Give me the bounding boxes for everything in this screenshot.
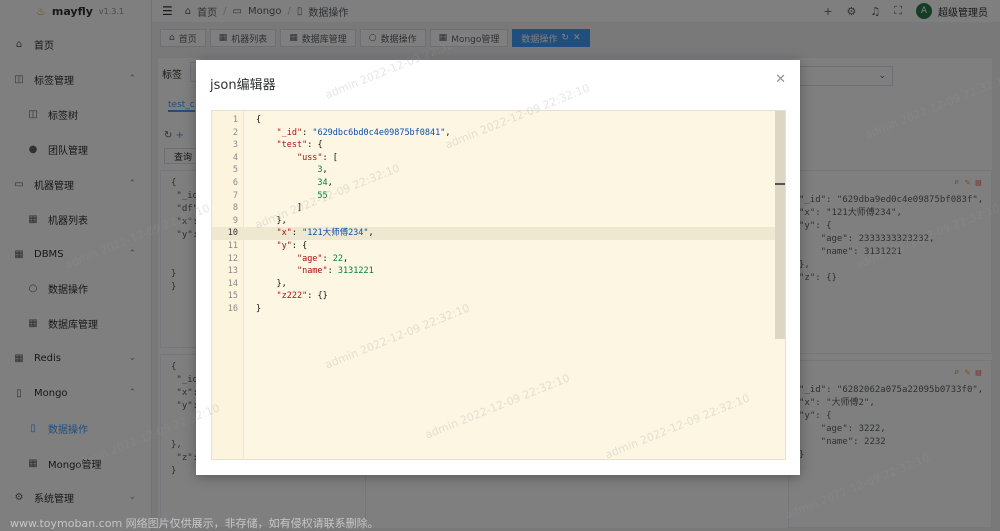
line-number: 7: [232, 190, 238, 201]
code-line[interactable]: 11 "y": {: [212, 240, 785, 253]
code-text: "y": {: [276, 241, 308, 251]
code-line[interactable]: 5 3,: [212, 164, 785, 177]
code-line[interactable]: 16}: [212, 303, 785, 316]
code-line[interactable]: 15 "z222": {}: [212, 290, 785, 303]
line-number: 10: [227, 228, 238, 239]
code-line[interactable]: 3 "test": {: [212, 139, 785, 152]
line-number: 3: [232, 140, 238, 151]
footer-watermark: www.toymoban.com 网络图片仅供展示，非存储，如有侵权请联系删除。: [10, 517, 379, 530]
json-editor[interactable]: 1{2 "_id": "629dbc6bd0c4e09875bf0841", 3 …: [211, 110, 786, 460]
code-text: "_id": "629dbc6bd0c4e09875bf0841",: [276, 127, 451, 138]
line-number: 5: [232, 165, 238, 176]
code-line[interactable]: 2 "_id": "629dbc6bd0c4e09875bf0841",: [212, 127, 785, 140]
line-number: 13: [227, 266, 238, 277]
code-line[interactable]: 7 55: [212, 190, 785, 203]
line-number: 9: [232, 215, 238, 226]
code-text: "name": 3131221: [296, 266, 374, 277]
line-number: 11: [227, 241, 238, 251]
code-text: 3,: [317, 165, 328, 176]
code-line[interactable]: 1{: [212, 114, 785, 127]
code-text: "uss": [: [296, 152, 338, 163]
code-text: "z222": {}: [276, 291, 328, 302]
code-text: },: [276, 215, 287, 226]
line-number: 1: [232, 115, 238, 125]
line-number: 15: [227, 291, 238, 302]
code-text: 55: [317, 190, 328, 201]
code-line[interactable]: 9 },: [212, 215, 785, 228]
line-number: 4: [232, 152, 238, 163]
code-text: },: [276, 278, 287, 289]
line-number: 8: [232, 203, 238, 214]
scrollbar-marker: [775, 183, 785, 185]
code-line[interactable]: 14 },: [212, 278, 785, 291]
code-text: }: [256, 304, 262, 314]
code-text: "x": "121大师傅234",: [276, 228, 374, 239]
code-text: ]: [296, 203, 303, 214]
line-number: 16: [227, 304, 238, 314]
code-text: "age": 22,: [296, 253, 349, 264]
code-text: 34,: [317, 178, 333, 188]
line-number: 14: [227, 278, 238, 289]
close-icon[interactable]: ✕: [775, 72, 786, 87]
code-line[interactable]: 12 "age": 22,: [212, 253, 785, 266]
line-number: 6: [232, 178, 238, 188]
code-line[interactable]: 6 34,: [212, 177, 785, 190]
json-editor-dialog: json编辑器 ✕ 1{2 "_id": "629dbc6bd0c4e09875…: [196, 60, 800, 475]
line-number: 2: [232, 127, 238, 138]
code-line[interactable]: 10 "x": "121大师傅234",: [212, 227, 785, 240]
code-line[interactable]: 8 ]: [212, 202, 785, 215]
code-line[interactable]: 13 "name": 3131221: [212, 265, 785, 278]
code-text: "test": {: [276, 140, 323, 151]
code-text: {: [256, 115, 262, 125]
line-number: 12: [227, 253, 238, 264]
code-line[interactable]: 4 "uss": [: [212, 152, 785, 165]
dialog-title: json编辑器: [210, 78, 276, 93]
editor-scrollbar[interactable]: [775, 111, 785, 339]
